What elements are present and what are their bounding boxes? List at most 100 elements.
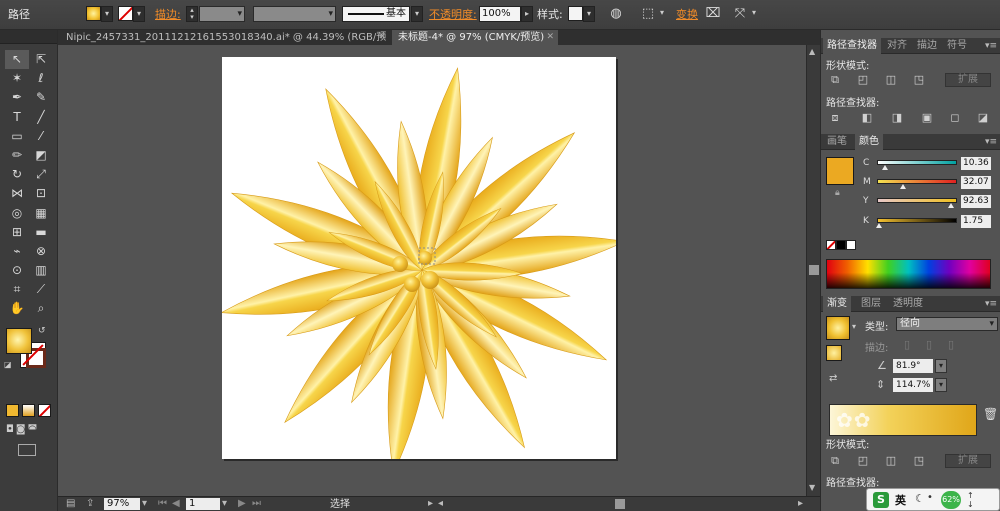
symbol-sprayer-tool-icon[interactable]: ⊙ — [5, 261, 29, 280]
stroke-gradient-across-icon[interactable]: ▯ — [941, 338, 961, 352]
cyan-slider-track[interactable] — [877, 160, 957, 165]
opacity-link[interactable]: 不透明度: — [429, 6, 477, 24]
half-width-moon-icon[interactable]: ☾ — [915, 492, 925, 505]
stroke-weight-stepper[interactable]: ▴ ▾ — [186, 6, 198, 22]
pencil-tool-icon[interactable]: ✏ — [5, 146, 29, 165]
draw-normal-icon[interactable]: ◘ — [6, 424, 14, 435]
aspect-dropdown-arrow[interactable]: ▾ — [935, 378, 947, 392]
pen-tool-icon[interactable]: ✒ — [5, 88, 29, 107]
brush-dropdown-arrow[interactable]: ▾ — [411, 6, 423, 22]
tab-gradient[interactable]: 渐变 — [823, 296, 851, 312]
brush-definition-dropdown[interactable]: 基本 — [342, 6, 410, 22]
intersect-icon[interactable]: ◫ — [881, 454, 901, 468]
variable-width-dropdown[interactable] — [253, 6, 336, 22]
panel-menu-icon[interactable]: ▾≡ — [985, 41, 997, 51]
type-tool-icon[interactable]: T — [5, 108, 29, 127]
draw-behind-icon[interactable]: ◙ — [16, 424, 26, 435]
white-color-swatch[interactable] — [846, 240, 856, 250]
reverse-gradient-icon[interactable]: ⇄ — [829, 373, 837, 384]
minus-back-icon[interactable]: ◪ — [973, 111, 993, 125]
magenta-value-input[interactable]: 32.07 — [961, 176, 991, 189]
tab-brushes[interactable]: 画笔 — [823, 134, 851, 150]
gradient-tool-icon[interactable]: ▬ — [29, 223, 53, 242]
hscroll-left-icon[interactable]: ◂ — [438, 498, 443, 509]
slice-tool-icon[interactable]: ⟋ — [29, 280, 53, 299]
curvature-tool-icon[interactable]: ✎ — [29, 88, 53, 107]
export-icon[interactable]: ⇪ — [86, 498, 94, 509]
panel-menu-icon[interactable]: ▾≡ — [985, 137, 997, 147]
stroke-dropdown-arrow[interactable]: ▾ — [133, 6, 145, 22]
recolor-artwork-icon[interactable]: ◍ — [608, 6, 624, 22]
isolate-icon[interactable]: ⌧ — [705, 6, 721, 22]
minus-front-icon[interactable]: ◰ — [853, 73, 873, 87]
stroke-link[interactable]: 描边: — [155, 6, 181, 24]
line-segment-tool-icon[interactable]: ╱ — [29, 108, 53, 127]
yellow-slider-track[interactable] — [877, 198, 957, 203]
blend-tool-icon[interactable]: ⊗ — [29, 242, 53, 261]
color-mode-icon[interactable] — [6, 404, 19, 417]
canvas-area[interactable] — [58, 45, 806, 496]
scroll-down-icon[interactable]: ▼ — [809, 483, 815, 492]
divide-icon[interactable]: ⧈ — [825, 111, 845, 125]
minus-front-icon[interactable]: ◰ — [853, 454, 873, 468]
gradient-swatch-dropdown-arrow[interactable]: ▾ — [852, 322, 856, 331]
lasso-tool-icon[interactable]: ℓ — [29, 69, 53, 88]
tab-stroke[interactable]: 描边 — [913, 38, 941, 54]
zoom-dropdown-arrow[interactable]: ▾ — [142, 498, 147, 509]
artboard-dropdown-arrow[interactable]: ▾ — [222, 498, 227, 509]
trash-icon[interactable]: 🗑︎ — [983, 407, 998, 421]
draw-inside-icon[interactable]: ◚ — [28, 424, 38, 435]
magenta-slider-track[interactable] — [877, 179, 957, 184]
black-color-swatch[interactable] — [836, 240, 846, 250]
artboard[interactable] — [217, 57, 629, 477]
free-transform-tool-icon[interactable]: ⊡ — [29, 184, 53, 203]
tab-untitled-4[interactable]: 未标题-4* @ 97% (CMYK/预览) ✕ — [392, 30, 558, 45]
magenta-slider-knob[interactable] — [899, 184, 906, 189]
unite-icon[interactable]: ⧉ — [825, 454, 845, 468]
sogou-logo-icon[interactable]: S — [873, 492, 889, 508]
fill-box-icon[interactable] — [6, 328, 32, 354]
exclude-icon[interactable]: ◳ — [909, 73, 929, 87]
cyan-slider-knob[interactable] — [882, 165, 888, 170]
graphic-style-swatch[interactable] — [568, 6, 583, 21]
rotate-tool-icon[interactable]: ↻ — [5, 165, 29, 184]
eyedropper-tool-icon[interactable]: ⌁ — [5, 242, 29, 261]
gradient-type-dropdown[interactable]: 径向 — [896, 317, 998, 331]
close-icon[interactable]: ✕ — [546, 30, 554, 45]
gradient-aspect-input[interactable]: 114.7% — [893, 378, 933, 392]
yellow-value-input[interactable]: 92.63 — [961, 195, 991, 208]
status-menu-icon[interactable]: ▤ — [66, 498, 75, 509]
column-graph-tool-icon[interactable]: ▥ — [29, 261, 53, 280]
magic-wand-tool-icon[interactable]: ✶ — [5, 69, 29, 88]
gradient-slider[interactable]: ✿✿ — [829, 404, 977, 436]
eraser-tool-icon[interactable]: ◩ — [29, 146, 53, 165]
black-slider-track[interactable] — [877, 218, 957, 223]
rectangle-tool-icon[interactable]: ▭ — [5, 127, 29, 146]
tab-symbols[interactable]: 符号 — [943, 38, 971, 54]
horizontal-scroll-thumb[interactable] — [615, 499, 625, 509]
expand-button[interactable]: 扩展 — [945, 73, 991, 87]
zoom-tool-icon[interactable]: ⌕ — [29, 299, 53, 318]
shape-builder-tool-icon[interactable]: ◎ — [5, 204, 29, 223]
gradient-angle-input[interactable]: 81.9° — [893, 359, 933, 373]
mesh-tool-icon[interactable]: ⊞ — [5, 223, 29, 242]
color-spectrum[interactable] — [826, 259, 991, 289]
tab-pathfinder[interactable]: 路径查找器 — [823, 38, 881, 54]
fill-dropdown-arrow[interactable]: ▾ — [101, 6, 113, 22]
next-artboard-icon[interactable]: ▶ — [238, 498, 246, 509]
crop-icon[interactable]: ▣ — [917, 111, 937, 125]
transform-link[interactable]: 变换 — [676, 6, 698, 24]
envelope-icon[interactable]: ⤧ — [732, 6, 748, 22]
outline-icon[interactable]: ◻ — [945, 111, 965, 125]
close-icon[interactable]: ✕ — [378, 30, 386, 45]
artboard-tool-icon[interactable]: ⌗ — [5, 280, 29, 299]
align-grid-icon[interactable]: ⬚ — [640, 6, 656, 22]
envelope-dropdown-arrow[interactable]: ▾ — [748, 6, 760, 22]
artboard-number-input[interactable]: 1 — [186, 498, 220, 510]
hscroll-right-icon[interactable]: ▸ — [798, 498, 803, 509]
ime-language-toggle[interactable]: 英 — [895, 492, 906, 508]
stroke-weight-dropdown[interactable] — [199, 6, 245, 22]
vertical-scrollbar[interactable]: ▲ ▼ — [806, 45, 820, 496]
first-artboard-icon[interactable]: ⏮ — [158, 498, 167, 509]
cyan-value-input[interactable]: 10.36 — [961, 157, 991, 170]
